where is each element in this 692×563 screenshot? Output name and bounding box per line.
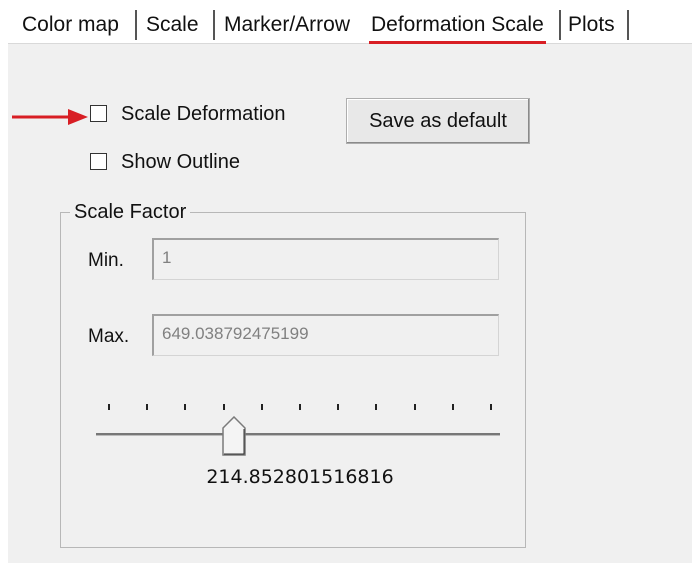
slider-value-label: 214.852801516816	[206, 466, 394, 488]
save-as-default-button[interactable]: Save as default	[346, 98, 530, 144]
scale-factor-slider[interactable]	[96, 396, 502, 466]
slider-tick	[413, 404, 416, 410]
min-label: Min.	[88, 250, 124, 271]
show-outline-label[interactable]: Show Outline	[121, 151, 240, 174]
max-field[interactable]: 649.038792475199	[152, 314, 499, 356]
slider-tick	[451, 404, 454, 410]
slider-tick	[490, 404, 492, 410]
tab-separator	[213, 10, 215, 40]
scale-deformation-checkbox[interactable]	[90, 105, 107, 122]
scale-factor-title: Scale Factor	[70, 200, 191, 224]
tab-deformation-scale[interactable]: Deformation Scale	[365, 8, 550, 44]
tab-label: Marker/Arrow	[224, 13, 351, 36]
slider-tick	[108, 404, 110, 410]
slider-tick	[184, 404, 187, 410]
tab-label: Deformation Scale	[371, 13, 544, 36]
tab-scale[interactable]: Scale	[140, 8, 205, 42]
slider-tick	[146, 404, 149, 410]
tab-marker-arrow[interactable]: Marker/Arrow	[218, 8, 356, 42]
show-outline-checkbox[interactable]	[90, 153, 107, 170]
tab-separator	[559, 10, 561, 40]
tab-label: Plots	[568, 13, 615, 36]
slider-tick	[375, 404, 378, 410]
tab-color-map[interactable]: Color map	[16, 8, 125, 42]
min-field[interactable]: 1	[152, 238, 499, 280]
scale-deformation-label[interactable]: Scale Deformation	[121, 103, 286, 126]
annotation-arrow-icon	[12, 109, 88, 125]
tab-label: Color map	[22, 13, 119, 36]
slider-tick	[260, 404, 263, 410]
slider-tick	[337, 404, 340, 410]
tab-separator	[135, 10, 137, 40]
slider-tick	[299, 404, 301, 410]
slider-track[interactable]	[96, 433, 500, 436]
tab-label: Scale	[146, 13, 199, 36]
slider-thumb[interactable]	[222, 416, 246, 456]
tab-plots[interactable]: Plots	[562, 8, 621, 42]
slider-tick	[222, 404, 225, 410]
tab-separator	[627, 10, 629, 40]
max-label: Max.	[88, 326, 130, 347]
annotation-underline	[369, 41, 546, 44]
